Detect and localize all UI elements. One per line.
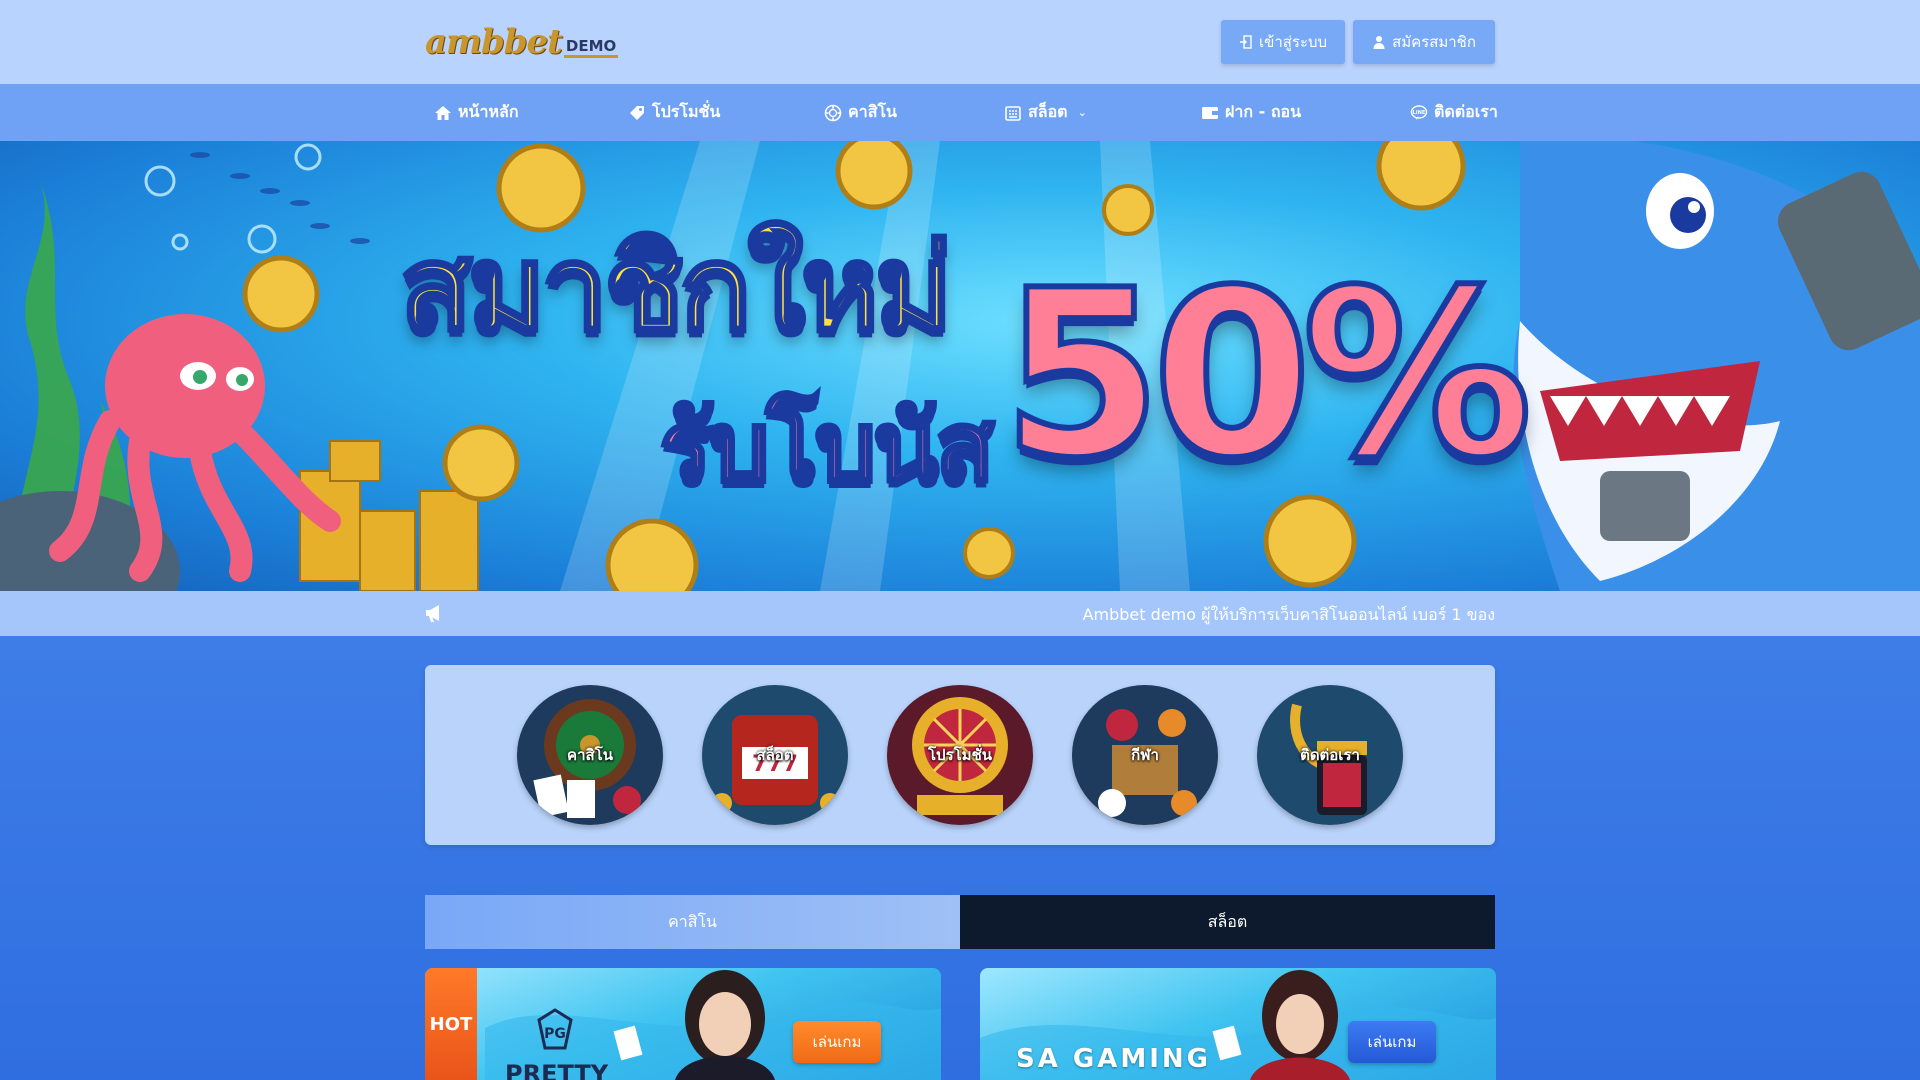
game-card-pretty[interactable]: HOT PG PRETTY เล่นเกม — [425, 968, 941, 1080]
play-button[interactable]: เล่นเกม — [793, 1021, 881, 1063]
logo-text: ambbet — [425, 22, 563, 62]
category-label: ติดต่อเรา — [1300, 746, 1360, 764]
category-label: โปรโมชั่น — [927, 746, 992, 764]
login-icon — [1239, 35, 1252, 49]
chevron-down-icon: ⌄ — [1077, 106, 1087, 119]
provider-name: SA GAMING — [1016, 1044, 1212, 1074]
game-tabs: คาสิโน สล็อต — [425, 895, 1495, 949]
svg-text:PG: PG — [544, 1026, 566, 1042]
site-logo[interactable]: ambbet DEMO — [425, 22, 619, 62]
tab-slot[interactable]: สล็อต — [960, 895, 1495, 949]
nav-label: คาสิโน — [848, 102, 897, 121]
tab-casino[interactable]: คาสิโน — [425, 895, 960, 949]
home-icon — [435, 105, 451, 120]
nav-item-contact[interactable]: LINE ติดต่อเรา — [1410, 84, 1498, 141]
category-label: สล็อต — [756, 746, 794, 764]
play-button[interactable]: เล่นเกม — [1348, 1021, 1436, 1063]
category-panel: คาสิโน 777 สล็อต โปรโมชั่น กีฬา ติดต่อเร… — [425, 665, 1495, 845]
slot-icon — [1005, 105, 1021, 121]
game-card-sa-gaming[interactable]: SA GAMING เล่นเกม — [980, 968, 1496, 1080]
promo-banner[interactable]: สมาชิกใหม่ รับโบนัส 50% — [0, 141, 1920, 591]
banner-illustration — [0, 141, 1920, 591]
category-promotion[interactable]: โปรโมชั่น — [887, 685, 1033, 825]
login-button[interactable]: เข้าสู่ระบบ — [1221, 20, 1345, 64]
nav-label: โปรโมชั่น — [652, 102, 721, 121]
nav-item-deposit-withdraw[interactable]: ฝาก - ถอน — [1201, 84, 1301, 141]
banner-subtitle: รับโบนัส — [658, 391, 996, 503]
banner-percent: 50% — [999, 242, 1536, 509]
nav-label: ฝาก - ถอน — [1225, 102, 1302, 121]
provider-name: PRETTY — [505, 1060, 609, 1080]
nav-item-home[interactable]: หน้าหลัก — [434, 84, 519, 141]
svg-text:LINE: LINE — [1413, 110, 1426, 116]
register-button[interactable]: สมัครสมาชิก — [1353, 20, 1495, 64]
wallet-icon — [1202, 106, 1218, 119]
nav-item-slot[interactable]: สล็อต ⌄ — [1004, 84, 1087, 141]
announcement-text: Ambbet demo ผู้ให้บริการเว็บคาสิโนออนไลน… — [1082, 605, 1495, 624]
login-label: เข้าสู่ระบบ — [1258, 33, 1328, 51]
category-slot[interactable]: 777 สล็อต — [702, 685, 848, 825]
nav-label: หน้าหลัก — [458, 102, 519, 121]
chip-icon — [824, 104, 842, 121]
announcement-bar: Ambbet demo ผู้ให้บริการเว็บคาสิโนออนไลน… — [0, 591, 1920, 636]
category-label: กีฬา — [1131, 746, 1159, 764]
pretty-gaming-crest-icon: PG — [537, 1008, 573, 1050]
nav-item-casino[interactable]: คาสิโน — [824, 84, 897, 141]
nav-label: สล็อต — [1028, 102, 1068, 121]
hot-badge: HOT — [425, 968, 477, 1080]
category-label: คาสิโน — [567, 746, 613, 764]
register-label: สมัครสมาชิก — [1392, 33, 1476, 51]
user-icon — [1373, 36, 1385, 49]
banner-title: สมาชิกใหม่ — [398, 219, 955, 357]
tag-icon — [630, 105, 644, 120]
category-sport[interactable]: กีฬา — [1072, 685, 1218, 825]
nav-label: ติดต่อเรา — [1434, 102, 1498, 121]
line-icon: LINE — [1410, 104, 1428, 119]
main-nav: หน้าหลัก โปรโมชั่น คาสิโน สล็อต ⌄ ฝาก - … — [0, 84, 1920, 141]
nav-item-promotion[interactable]: โปรโมชั่น — [628, 84, 720, 141]
logo-suffix: DEMO — [563, 37, 619, 58]
megaphone-icon — [426, 605, 439, 622]
category-casino[interactable]: คาสิโน — [517, 685, 663, 825]
top-header: ambbet DEMO เข้าสู่ระบบ สมัครสมาชิก — [0, 0, 1920, 84]
category-contact[interactable]: ติดต่อเรา — [1257, 685, 1403, 825]
